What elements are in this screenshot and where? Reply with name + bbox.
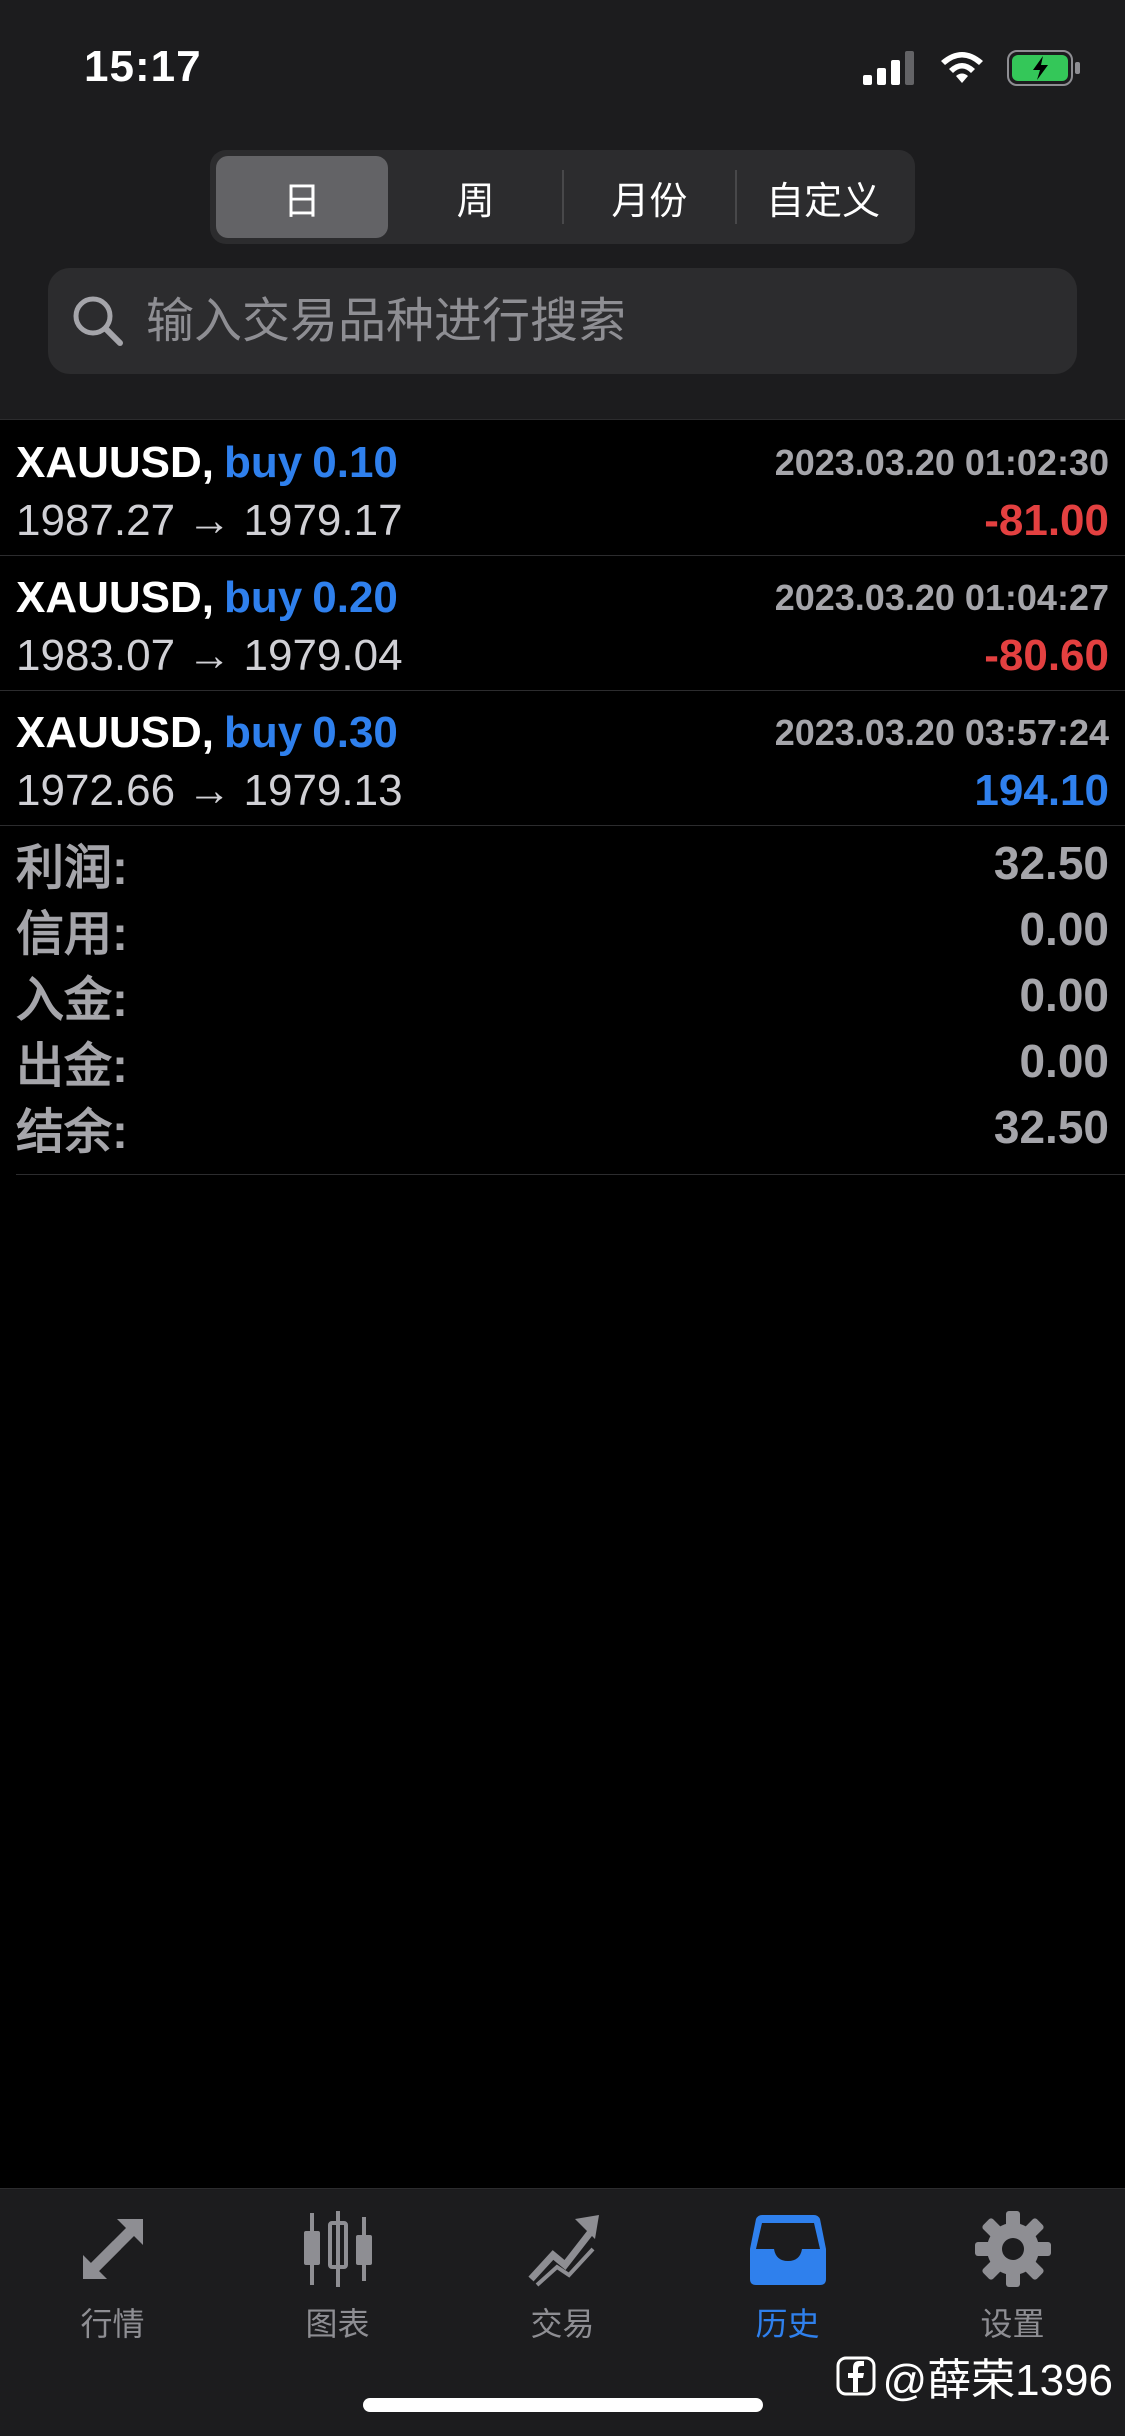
tab-history[interactable]: 历史: [675, 2209, 900, 2349]
tab-label: 设置: [980, 2306, 1045, 2342]
trade-history-list: XAUUSD, buy 0.10 2023.03.20 01:02:30 1987.…: [0, 421, 1125, 826]
summary-label: 入金:: [16, 974, 128, 1027]
trade-profit: 194.10: [974, 766, 1109, 815]
status-time: 15:17: [84, 42, 202, 91]
trade-title: XAUUSD, buy 0.10: [16, 438, 398, 488]
period-segmented-control: 日 周 月份 自定义: [210, 150, 915, 244]
trade-trend-icon: [527, 2215, 599, 2287]
trade-profit: -81.00: [984, 496, 1109, 545]
history-inbox-icon: [749, 2215, 826, 2285]
trade-header-line: XAUUSD, buy 0.30 2023.03.20 03:57:24: [16, 703, 1109, 763]
wifi-icon: [941, 52, 983, 83]
summary-value: 32.50: [993, 837, 1109, 889]
trade-time: 2023.03.20 03:57:24: [774, 712, 1109, 753]
trade-row[interactable]: XAUUSD, buy 0.20 2023.03.20 01:04:27 1983.…: [0, 556, 1125, 691]
summary-label: 出金:: [16, 1040, 128, 1093]
watermark-text: @薛荣1396: [882, 2356, 1113, 2405]
tab-settings[interactable]: 设置: [900, 2209, 1125, 2349]
period-tab-month[interactable]: 月份: [564, 156, 736, 238]
trade-detail-line: 1972.66 → 1979.13 194.10: [16, 763, 1109, 819]
trade-prices: 1987.27 → 1979.17: [16, 496, 403, 545]
search-input[interactable]: [146, 281, 1077, 361]
tab-quotes[interactable]: 行情: [0, 2209, 225, 2349]
summary-row-balance: 结余: 32.50: [16, 1094, 1125, 1160]
tab-label: 行情: [80, 2306, 145, 2342]
summary-row-deposit: 入金: 0.00: [16, 962, 1125, 1028]
trade-volume: 0.10: [312, 438, 398, 487]
summary-row-credit: 信用: 0.00: [16, 896, 1125, 962]
trade-title: XAUUSD, buy 0.30: [16, 708, 398, 758]
cellular-signal-icon: [863, 51, 914, 85]
search-icon: [73, 296, 123, 346]
summary-value: 32.50: [993, 1101, 1109, 1153]
period-tab-custom[interactable]: 自定义: [737, 156, 909, 238]
summary-label: 结余:: [16, 1106, 128, 1159]
tab-trade[interactable]: 交易: [450, 2209, 675, 2349]
period-tab-day[interactable]: 日: [216, 156, 388, 238]
trade-symbol: XAUUSD,: [16, 708, 215, 757]
tab-chart[interactable]: 图表: [225, 2209, 450, 2349]
summary-value: 0.00: [1019, 903, 1109, 955]
home-indicator[interactable]: [363, 2398, 763, 2412]
summary-label: 信用:: [16, 908, 128, 961]
gear-icon: [974, 2211, 1051, 2287]
trade-detail-line: 1983.07 → 1979.04 -80.60: [16, 628, 1109, 684]
facebook-icon: [836, 2356, 876, 2396]
app-root: 15:17 日 周 月份 自定义 输入交易品种进行搜索 XAUUSD, buy …: [0, 0, 1125, 2436]
trade-row[interactable]: XAUUSD, buy 0.10 2023.03.20 01:02:30 1987.…: [0, 421, 1125, 556]
trade-title: XAUUSD, buy 0.20: [16, 573, 398, 623]
trade-profit: -80.60: [984, 631, 1109, 680]
trade-row[interactable]: XAUUSD, buy 0.30 2023.03.20 03:57:24 1972.…: [0, 691, 1125, 826]
tab-label: 历史: [755, 2306, 820, 2342]
period-tab-week[interactable]: 周: [390, 156, 562, 238]
summary-row-withdrawal: 出金: 0.00: [16, 1028, 1125, 1094]
quotes-arrows-icon: [82, 2219, 143, 2279]
header-area: 15:17 日 周 月份 自定义 输入交易品种进行搜索: [0, 0, 1125, 420]
trade-prices: 1983.07 → 1979.04: [16, 631, 403, 680]
watermark: @薛荣1396: [836, 2348, 1113, 2405]
summary-label: 利润:: [16, 842, 128, 895]
trade-header-line: XAUUSD, buy 0.10 2023.03.20 01:02:30: [16, 433, 1109, 493]
account-summary: 利润: 32.50 信用: 0.00 入金: 0.00 出金: 0.00 结余:…: [16, 830, 1125, 1175]
status-icons: [863, 48, 1081, 88]
trade-header-line: XAUUSD, buy 0.20 2023.03.20 01:04:27: [16, 568, 1109, 628]
trade-side: buy: [224, 573, 303, 622]
trade-volume: 0.30: [312, 708, 398, 757]
trade-prices: 1972.66 → 1979.13: [16, 766, 403, 815]
summary-value: 0.00: [1019, 969, 1109, 1021]
status-bar: 15:17: [0, 0, 1125, 140]
tab-label: 图表: [305, 2306, 370, 2342]
trade-side: buy: [224, 438, 303, 487]
trade-time: 2023.03.20 01:02:30: [774, 442, 1109, 483]
summary-value: 0.00: [1019, 1035, 1109, 1087]
trade-symbol: XAUUSD,: [16, 438, 215, 487]
candlestick-chart-icon: [303, 2211, 372, 2287]
search-bar[interactable]: [48, 268, 1077, 374]
battery-charging-icon: [1007, 50, 1080, 86]
trade-symbol: XAUUSD,: [16, 573, 215, 622]
tab-label: 交易: [530, 2306, 595, 2342]
trade-time: 2023.03.20 01:04:27: [774, 577, 1109, 618]
summary-row-profit: 利润: 32.50: [16, 830, 1125, 896]
trade-side: buy: [224, 708, 303, 757]
trade-volume: 0.20: [312, 573, 398, 622]
trade-detail-line: 1987.27 → 1979.17 -81.00: [16, 493, 1109, 549]
